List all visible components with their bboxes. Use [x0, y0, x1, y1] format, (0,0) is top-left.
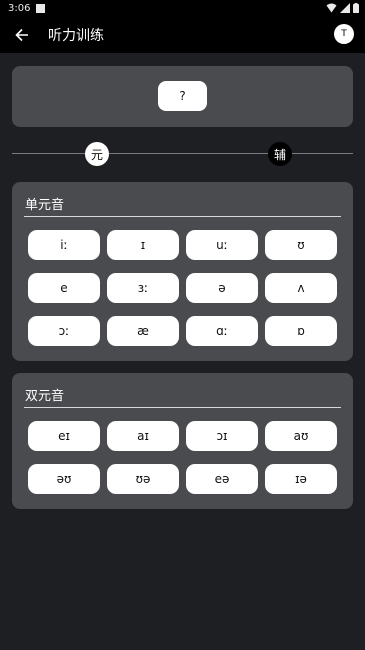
- phoneme-button[interactable]: ʊə: [107, 464, 179, 494]
- question-card: ?: [12, 66, 353, 127]
- monophthong-section: 单元音 iː ɪ uː ʊ e ɜː ə ʌ ɔː æ ɑː ɒ: [12, 182, 353, 361]
- phoneme-button[interactable]: e: [28, 273, 100, 303]
- phoneme-button[interactable]: iː: [28, 230, 100, 260]
- phoneme-button[interactable]: uː: [186, 230, 258, 260]
- back-button[interactable]: [0, 16, 44, 53]
- diphthong-grid: eɪ aɪ ɔɪ aʊ əʊ ʊə eə ɪə: [28, 421, 337, 494]
- section-title: 双元音: [25, 389, 65, 404]
- phoneme-button[interactable]: ɒ: [265, 316, 337, 346]
- section-divider: [24, 216, 341, 217]
- phoneme-button[interactable]: ɪə: [265, 464, 337, 494]
- arrow-left-icon: [15, 28, 28, 41]
- section-divider: [24, 407, 341, 408]
- phoneme-button[interactable]: eɪ: [28, 421, 100, 451]
- status-time: 3:06: [8, 2, 31, 14]
- phoneme-button[interactable]: aɪ: [107, 421, 179, 451]
- cellular-icon: [340, 3, 350, 13]
- battery-icon: [353, 3, 359, 13]
- phoneme-button[interactable]: eə: [186, 464, 258, 494]
- phoneme-button[interactable]: ɜː: [107, 273, 179, 303]
- vowel-mode-button[interactable]: 元: [85, 142, 109, 166]
- notification-icon: [36, 3, 46, 13]
- status-bar: 3:06: [0, 0, 365, 16]
- phoneme-button[interactable]: ə: [186, 273, 258, 303]
- phoneme-button[interactable]: ɔː: [28, 316, 100, 346]
- phoneme-button[interactable]: əʊ: [28, 464, 100, 494]
- question-button[interactable]: ?: [158, 81, 207, 111]
- wifi-icon: [326, 3, 337, 13]
- phoneme-button[interactable]: ɔɪ: [186, 421, 258, 451]
- phoneme-button[interactable]: ʊ: [265, 230, 337, 260]
- app-bar: 听力训练 T: [0, 16, 365, 53]
- monophthong-grid: iː ɪ uː ʊ e ɜː ə ʌ ɔː æ ɑː ɒ: [28, 230, 337, 346]
- page-title: 听力训练: [48, 27, 104, 44]
- phoneme-button[interactable]: aʊ: [265, 421, 337, 451]
- mode-switch: 元 辅: [12, 142, 353, 166]
- section-title: 单元音: [25, 198, 65, 213]
- translate-button[interactable]: T: [334, 24, 354, 44]
- translate-icon: T: [341, 29, 347, 39]
- switch-track: [12, 153, 353, 154]
- consonant-mode-button[interactable]: 辅: [268, 142, 292, 166]
- phoneme-button[interactable]: ʌ: [265, 273, 337, 303]
- phoneme-button[interactable]: ɑː: [186, 316, 258, 346]
- phoneme-button[interactable]: æ: [107, 316, 179, 346]
- diphthong-section: 双元音 eɪ aɪ ɔɪ aʊ əʊ ʊə eə ɪə: [12, 373, 353, 509]
- phoneme-button[interactable]: ɪ: [107, 230, 179, 260]
